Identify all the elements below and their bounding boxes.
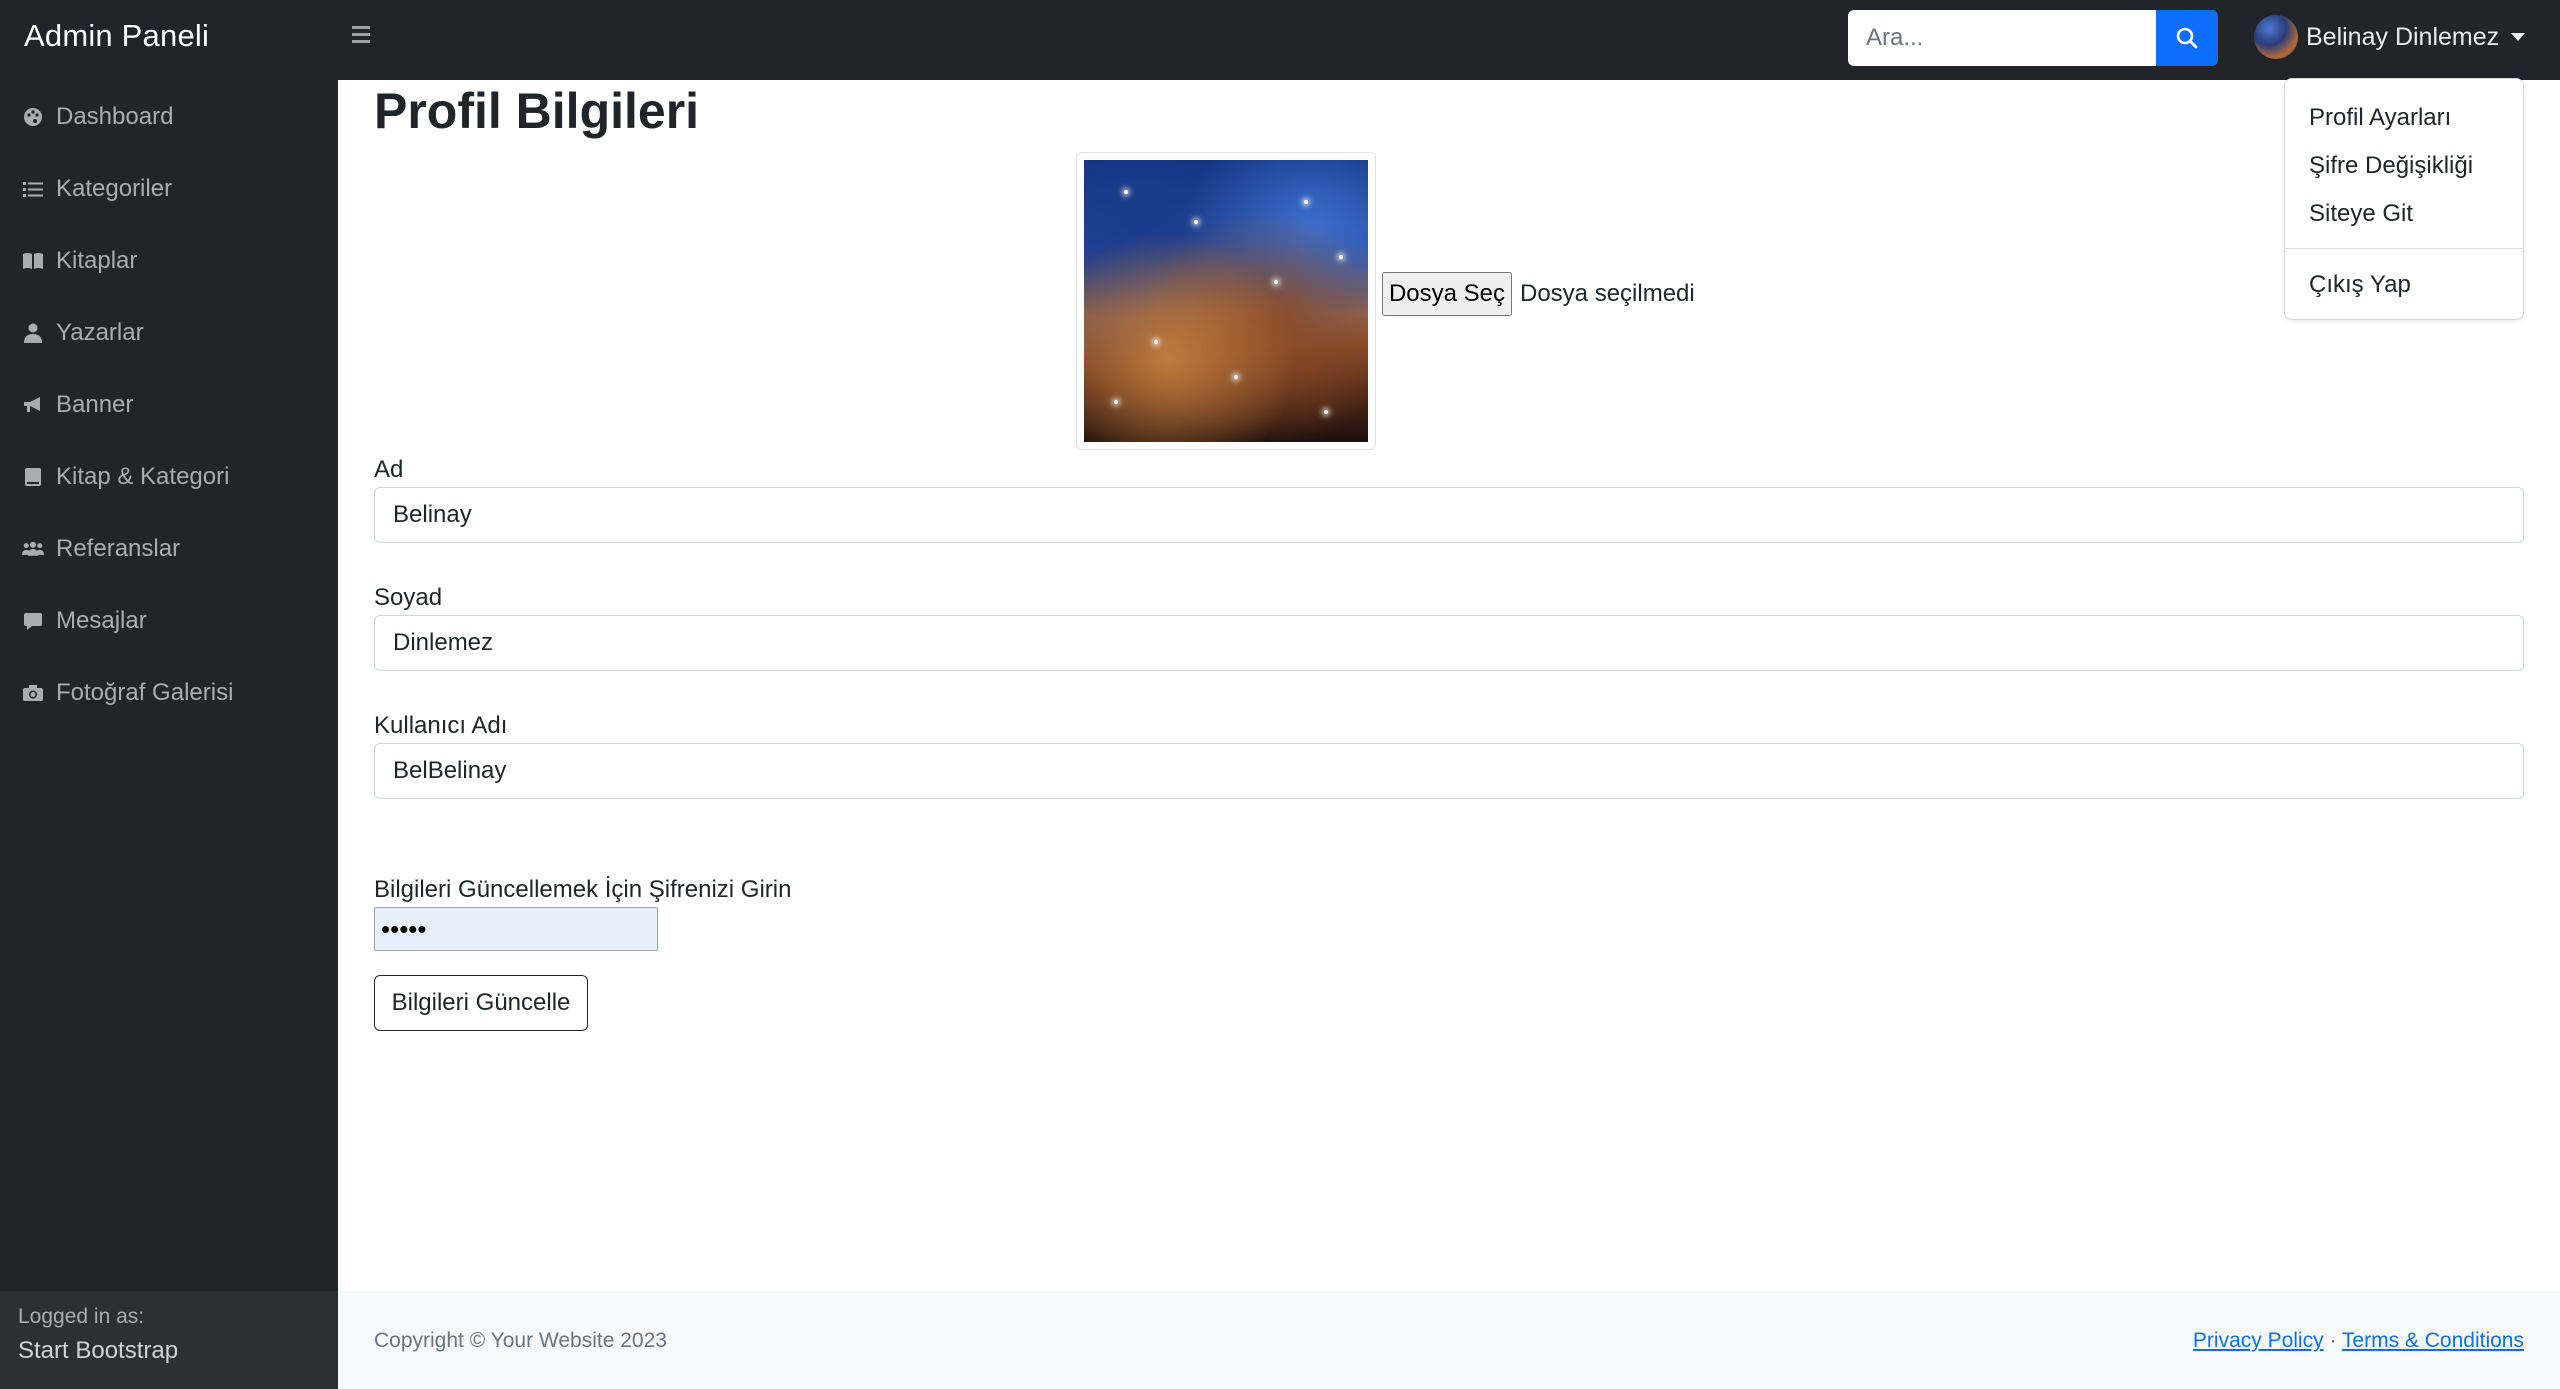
last-name-field[interactable] <box>374 615 2524 671</box>
sidebar-item-label: Yazarlar <box>56 319 144 346</box>
menu-item-logout[interactable]: Çıkış Yap <box>2285 261 2523 309</box>
footer-separator: · <box>2329 1329 2337 1352</box>
user-name: Belinay Dinlemez <box>2306 22 2500 51</box>
first-name-field[interactable] <box>374 487 2524 543</box>
user-menu-toggle[interactable]: Belinay Dinlemez <box>2254 12 2526 62</box>
main-content: Profil Bilgileri Dosya Seç Dosya seçilme… <box>338 80 2560 1291</box>
search-icon <box>2176 27 2198 49</box>
sidebar-item-yazarlar[interactable]: Yazarlar <box>22 313 144 353</box>
page-title: Profil Bilgileri <box>374 83 700 139</box>
comment-icon <box>22 610 44 632</box>
search-button[interactable] <box>2156 10 2218 66</box>
sidebar-item-label: Mesajlar <box>56 607 147 634</box>
profile-photo <box>1084 160 1368 442</box>
menu-item-change-password[interactable]: Şifre Değişikliği <box>2285 142 2523 190</box>
list-icon <box>22 178 44 200</box>
sidebar-item-label: Banner <box>56 391 134 418</box>
copyright-text: Copyright © Your Website 2023 <box>374 1329 667 1352</box>
sidebar-item-label: Kitaplar <box>56 247 138 274</box>
user-icon <box>22 322 44 344</box>
username-field[interactable] <box>374 743 2524 799</box>
sidebar-item-label: Fotoğraf Galerisi <box>56 679 234 706</box>
sidebar-item-kitap-kategori[interactable]: Kitap & Kategori <box>22 457 229 497</box>
sidebar-item-label: Dashboard <box>56 103 174 130</box>
sidebar: Dashboard Kategoriler Kitaplar Yazarlar … <box>0 80 338 1389</box>
menu-item-profile-settings[interactable]: Profil Ayarları <box>2285 94 2523 142</box>
dropdown-divider <box>2285 248 2523 249</box>
search-form <box>1848 10 2218 66</box>
sidebar-item-referanslar[interactable]: Referanslar <box>22 529 180 569</box>
hamburger-icon <box>352 26 370 29</box>
book-icon <box>22 466 44 488</box>
top-navbar: Admin Paneli Belinay Dinlemez <box>0 0 2560 80</box>
page-footer: Copyright © Your Website 2023 Privacy Po… <box>338 1291 2560 1389</box>
last-name-label: Soyad <box>374 584 443 611</box>
terms-link[interactable]: Terms & Conditions <box>2342 1329 2524 1352</box>
privacy-policy-link[interactable]: Privacy Policy <box>2193 1329 2324 1352</box>
update-info-button[interactable]: Bilgileri Güncelle <box>374 975 588 1031</box>
footer-links: Privacy Policy · Terms & Conditions <box>2193 1329 2524 1353</box>
avatar <box>2254 15 2298 59</box>
sidebar-toggle-button[interactable] <box>346 22 376 52</box>
sidebar-item-label: Kitap & Kategori <box>56 463 230 490</box>
password-label: Bilgileri Güncellemek İçin Şifrenizi Gir… <box>374 876 792 903</box>
password-field[interactable] <box>374 907 658 951</box>
sidebar-item-kitaplar[interactable]: Kitaplar <box>22 241 137 281</box>
book-open-icon <box>22 250 44 272</box>
sidebar-item-label: Kategoriler <box>56 175 173 202</box>
username-label: Kullanıcı Adı <box>374 712 508 739</box>
palette-icon <box>22 106 44 128</box>
users-icon <box>22 538 44 560</box>
caret-down-icon <box>2511 33 2526 41</box>
sidebar-item-mesajlar[interactable]: Mesajlar <box>22 601 147 641</box>
camera-icon <box>22 682 44 704</box>
user-dropdown-menu: Profil Ayarları Şifre Değişikliği Siteye… <box>2284 78 2524 320</box>
search-input[interactable] <box>1848 10 2156 66</box>
brand-title[interactable]: Admin Paneli <box>24 18 209 54</box>
sidebar-item-banner[interactable]: Banner <box>22 385 133 425</box>
sidebar-item-label: Referanslar <box>56 535 181 562</box>
bullhorn-icon <box>22 394 44 416</box>
file-status-text: Dosya seçilmedi <box>1520 280 1695 307</box>
profile-image <box>1076 152 1376 450</box>
sidebar-footer: Logged in as: Start Bootstrap <box>0 1291 338 1389</box>
choose-file-button[interactable]: Dosya Seç <box>1382 272 1512 316</box>
sidebar-item-fotograf-galerisi[interactable]: Fotoğraf Galerisi <box>22 673 233 713</box>
menu-item-go-to-site[interactable]: Siteye Git <box>2285 190 2523 238</box>
sidebar-item-kategoriler[interactable]: Kategoriler <box>22 169 172 209</box>
first-name-label: Ad <box>374 456 404 483</box>
logged-in-label: Logged in as: <box>18 1305 145 1328</box>
logged-in-name: Start Bootstrap <box>18 1337 179 1364</box>
sidebar-item-dashboard[interactable]: Dashboard <box>22 97 173 137</box>
